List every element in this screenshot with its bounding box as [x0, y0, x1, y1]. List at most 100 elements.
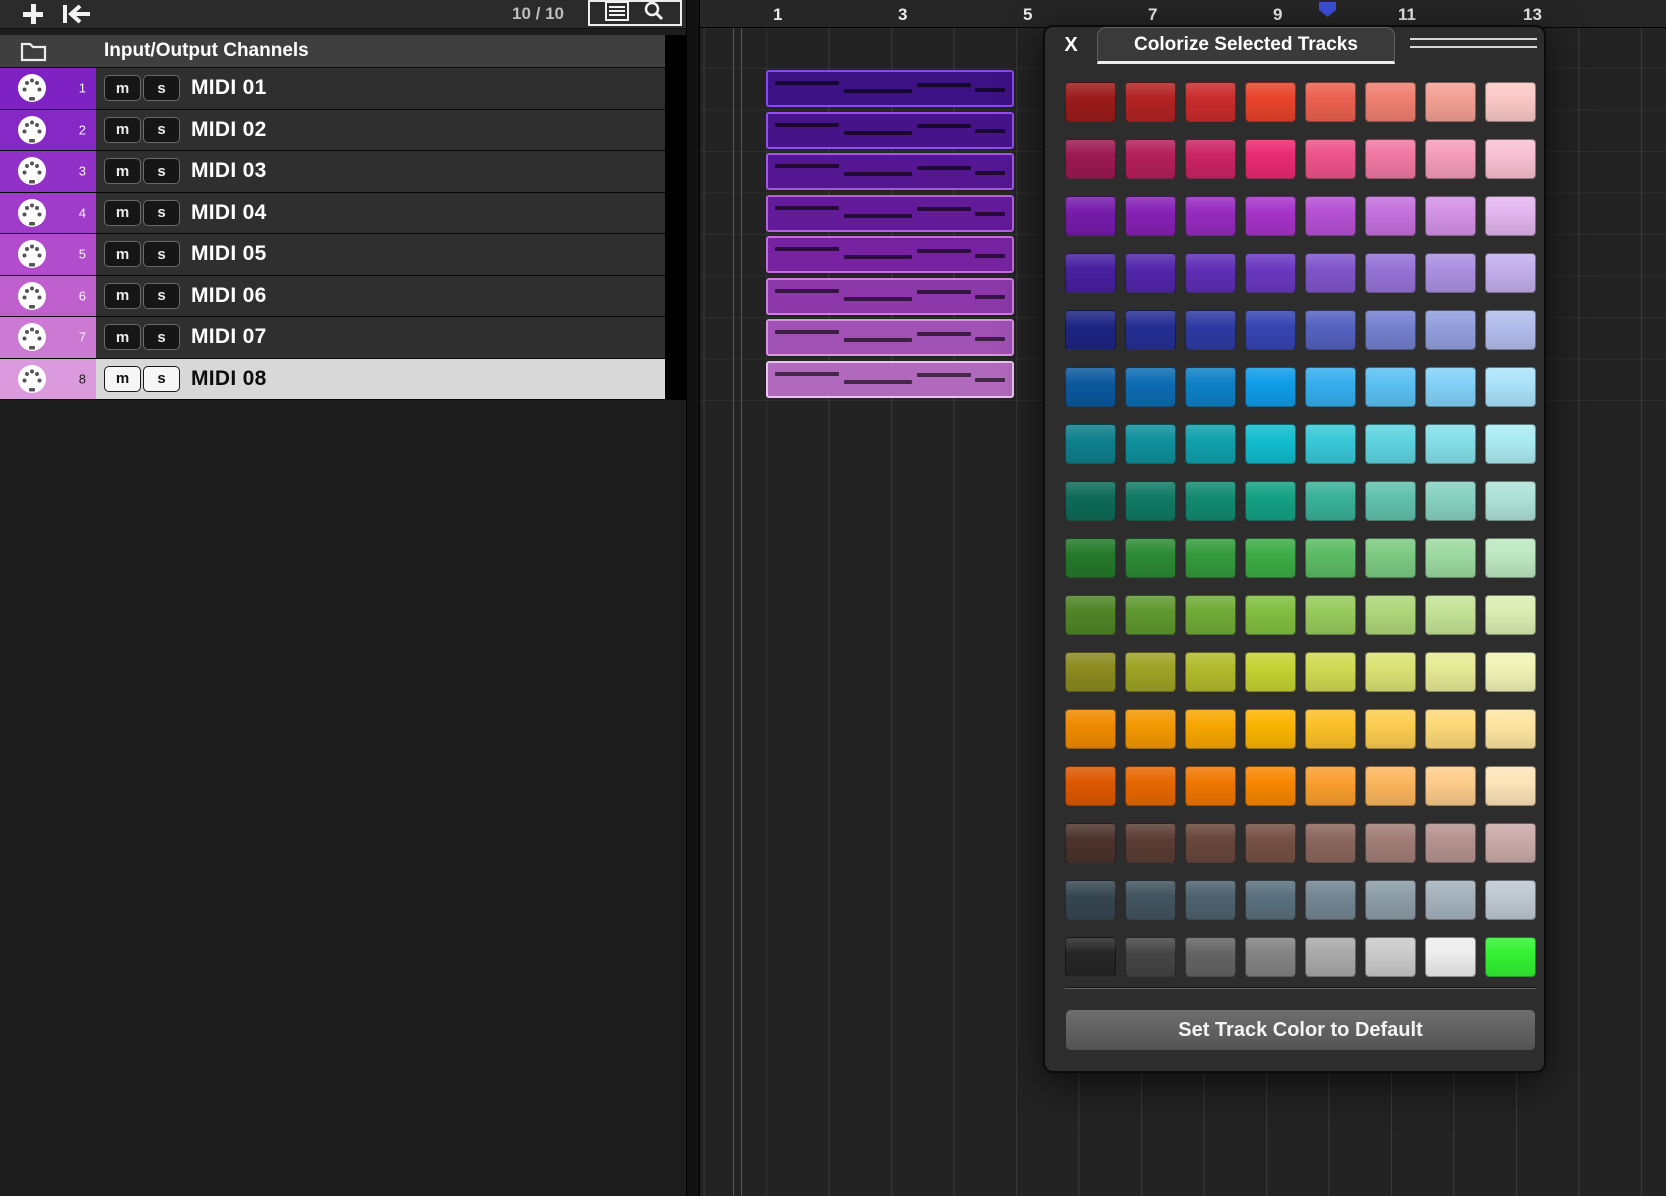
color-swatch-r5c1[interactable] [1065, 310, 1116, 350]
color-swatch-r3c6[interactable] [1365, 196, 1416, 236]
color-swatch-r5c4[interactable] [1245, 310, 1296, 350]
color-swatch-r8c1[interactable] [1065, 481, 1116, 521]
color-swatch-r9c5[interactable] [1305, 538, 1356, 578]
color-swatch-r12c2[interactable] [1125, 709, 1176, 749]
color-swatch-r16c3[interactable] [1185, 937, 1236, 977]
color-swatch-r7c7[interactable] [1425, 424, 1476, 464]
color-swatch-r10c8[interactable] [1485, 595, 1536, 635]
color-swatch-r9c4[interactable] [1245, 538, 1296, 578]
color-swatch-r4c7[interactable] [1425, 253, 1476, 293]
mute-button[interactable]: m [104, 241, 141, 267]
search-icon[interactable] [643, 0, 665, 27]
color-swatch-r5c5[interactable] [1305, 310, 1356, 350]
color-swatch-r4c6[interactable] [1365, 253, 1416, 293]
color-swatch-r8c5[interactable] [1305, 481, 1356, 521]
color-swatch-r5c6[interactable] [1365, 310, 1416, 350]
color-swatch-r6c2[interactable] [1125, 367, 1176, 407]
color-swatch-r7c1[interactable] [1065, 424, 1116, 464]
color-swatch-r4c4[interactable] [1245, 253, 1296, 293]
color-swatch-r11c3[interactable] [1185, 652, 1236, 692]
color-swatch-r8c6[interactable] [1365, 481, 1416, 521]
color-swatch-r16c8[interactable] [1485, 937, 1536, 977]
color-swatch-r15c6[interactable] [1365, 880, 1416, 920]
color-swatch-r6c1[interactable] [1065, 367, 1116, 407]
track-row-midi-03[interactable]: 3msMIDI 03 [0, 151, 686, 193]
track-row-midi-01[interactable]: 1msMIDI 01 [0, 68, 686, 110]
color-swatch-r6c6[interactable] [1365, 367, 1416, 407]
color-swatch-r8c7[interactable] [1425, 481, 1476, 521]
color-swatch-r8c3[interactable] [1185, 481, 1236, 521]
color-swatch-r2c4[interactable] [1245, 139, 1296, 179]
track-row-midi-04[interactable]: 4msMIDI 04 [0, 193, 686, 235]
color-swatch-r11c8[interactable] [1485, 652, 1536, 692]
color-swatch-r3c2[interactable] [1125, 196, 1176, 236]
color-swatch-r14c4[interactable] [1245, 823, 1296, 863]
color-swatch-r9c2[interactable] [1125, 538, 1176, 578]
color-swatch-r7c2[interactable] [1125, 424, 1176, 464]
color-swatch-r10c3[interactable] [1185, 595, 1236, 635]
color-swatch-r13c7[interactable] [1425, 766, 1476, 806]
color-swatch-r4c1[interactable] [1065, 253, 1116, 293]
color-swatch-r13c8[interactable] [1485, 766, 1536, 806]
midi-clip[interactable] [766, 236, 1014, 273]
color-swatch-r13c4[interactable] [1245, 766, 1296, 806]
color-swatch-r8c8[interactable] [1485, 481, 1536, 521]
color-swatch-r14c8[interactable] [1485, 823, 1536, 863]
color-swatch-r11c5[interactable] [1305, 652, 1356, 692]
color-swatch-r11c2[interactable] [1125, 652, 1176, 692]
color-swatch-r5c8[interactable] [1485, 310, 1536, 350]
color-swatch-r10c7[interactable] [1425, 595, 1476, 635]
color-swatch-r16c2[interactable] [1125, 937, 1176, 977]
color-swatch-r1c3[interactable] [1185, 82, 1236, 122]
track-row-midi-07[interactable]: 7msMIDI 07 [0, 317, 686, 359]
color-swatch-r1c1[interactable] [1065, 82, 1116, 122]
color-swatch-r6c5[interactable] [1305, 367, 1356, 407]
color-swatch-r16c5[interactable] [1305, 937, 1356, 977]
color-swatch-r13c2[interactable] [1125, 766, 1176, 806]
panel-splitter[interactable] [686, 0, 700, 1196]
color-swatch-r15c7[interactable] [1425, 880, 1476, 920]
color-swatch-r12c3[interactable] [1185, 709, 1236, 749]
color-swatch-r14c2[interactable] [1125, 823, 1176, 863]
color-swatch-r13c3[interactable] [1185, 766, 1236, 806]
color-swatch-r1c7[interactable] [1425, 82, 1476, 122]
color-swatch-r11c1[interactable] [1065, 652, 1116, 692]
track-row-midi-05[interactable]: 5msMIDI 05 [0, 234, 686, 276]
add-track-icon[interactable] [20, 1, 46, 32]
color-swatch-r5c3[interactable] [1185, 310, 1236, 350]
solo-button[interactable]: s [143, 324, 180, 350]
color-swatch-r15c3[interactable] [1185, 880, 1236, 920]
color-swatch-r16c4[interactable] [1245, 937, 1296, 977]
color-swatch-r16c1[interactable] [1065, 937, 1116, 977]
midi-clip[interactable] [766, 70, 1014, 107]
track-visibility-icon[interactable] [605, 1, 629, 26]
color-swatch-r4c3[interactable] [1185, 253, 1236, 293]
color-swatch-r2c3[interactable] [1185, 139, 1236, 179]
color-swatch-r8c2[interactable] [1125, 481, 1176, 521]
color-swatch-r5c7[interactable] [1425, 310, 1476, 350]
color-swatch-r12c5[interactable] [1305, 709, 1356, 749]
color-swatch-r3c4[interactable] [1245, 196, 1296, 236]
color-swatch-r11c7[interactable] [1425, 652, 1476, 692]
solo-button[interactable]: s [143, 117, 180, 143]
color-swatch-r4c5[interactable] [1305, 253, 1356, 293]
color-swatch-r1c4[interactable] [1245, 82, 1296, 122]
color-swatch-r3c3[interactable] [1185, 196, 1236, 236]
track-row-midi-02[interactable]: 2msMIDI 02 [0, 110, 686, 152]
color-swatch-r15c4[interactable] [1245, 880, 1296, 920]
timeline-ruler[interactable]: 135791113 [700, 0, 1666, 28]
color-swatch-r10c5[interactable] [1305, 595, 1356, 635]
color-swatch-r2c8[interactable] [1485, 139, 1536, 179]
color-swatch-r14c3[interactable] [1185, 823, 1236, 863]
color-swatch-r16c6[interactable] [1365, 937, 1416, 977]
color-swatch-r12c7[interactable] [1425, 709, 1476, 749]
color-swatch-r2c5[interactable] [1305, 139, 1356, 179]
color-swatch-r2c2[interactable] [1125, 139, 1176, 179]
color-swatch-r14c6[interactable] [1365, 823, 1416, 863]
color-swatch-r7c4[interactable] [1245, 424, 1296, 464]
solo-button[interactable]: s [143, 75, 180, 101]
color-swatch-r2c6[interactable] [1365, 139, 1416, 179]
midi-clip[interactable] [766, 319, 1014, 356]
color-swatch-r8c4[interactable] [1245, 481, 1296, 521]
color-swatch-r7c6[interactable] [1365, 424, 1416, 464]
